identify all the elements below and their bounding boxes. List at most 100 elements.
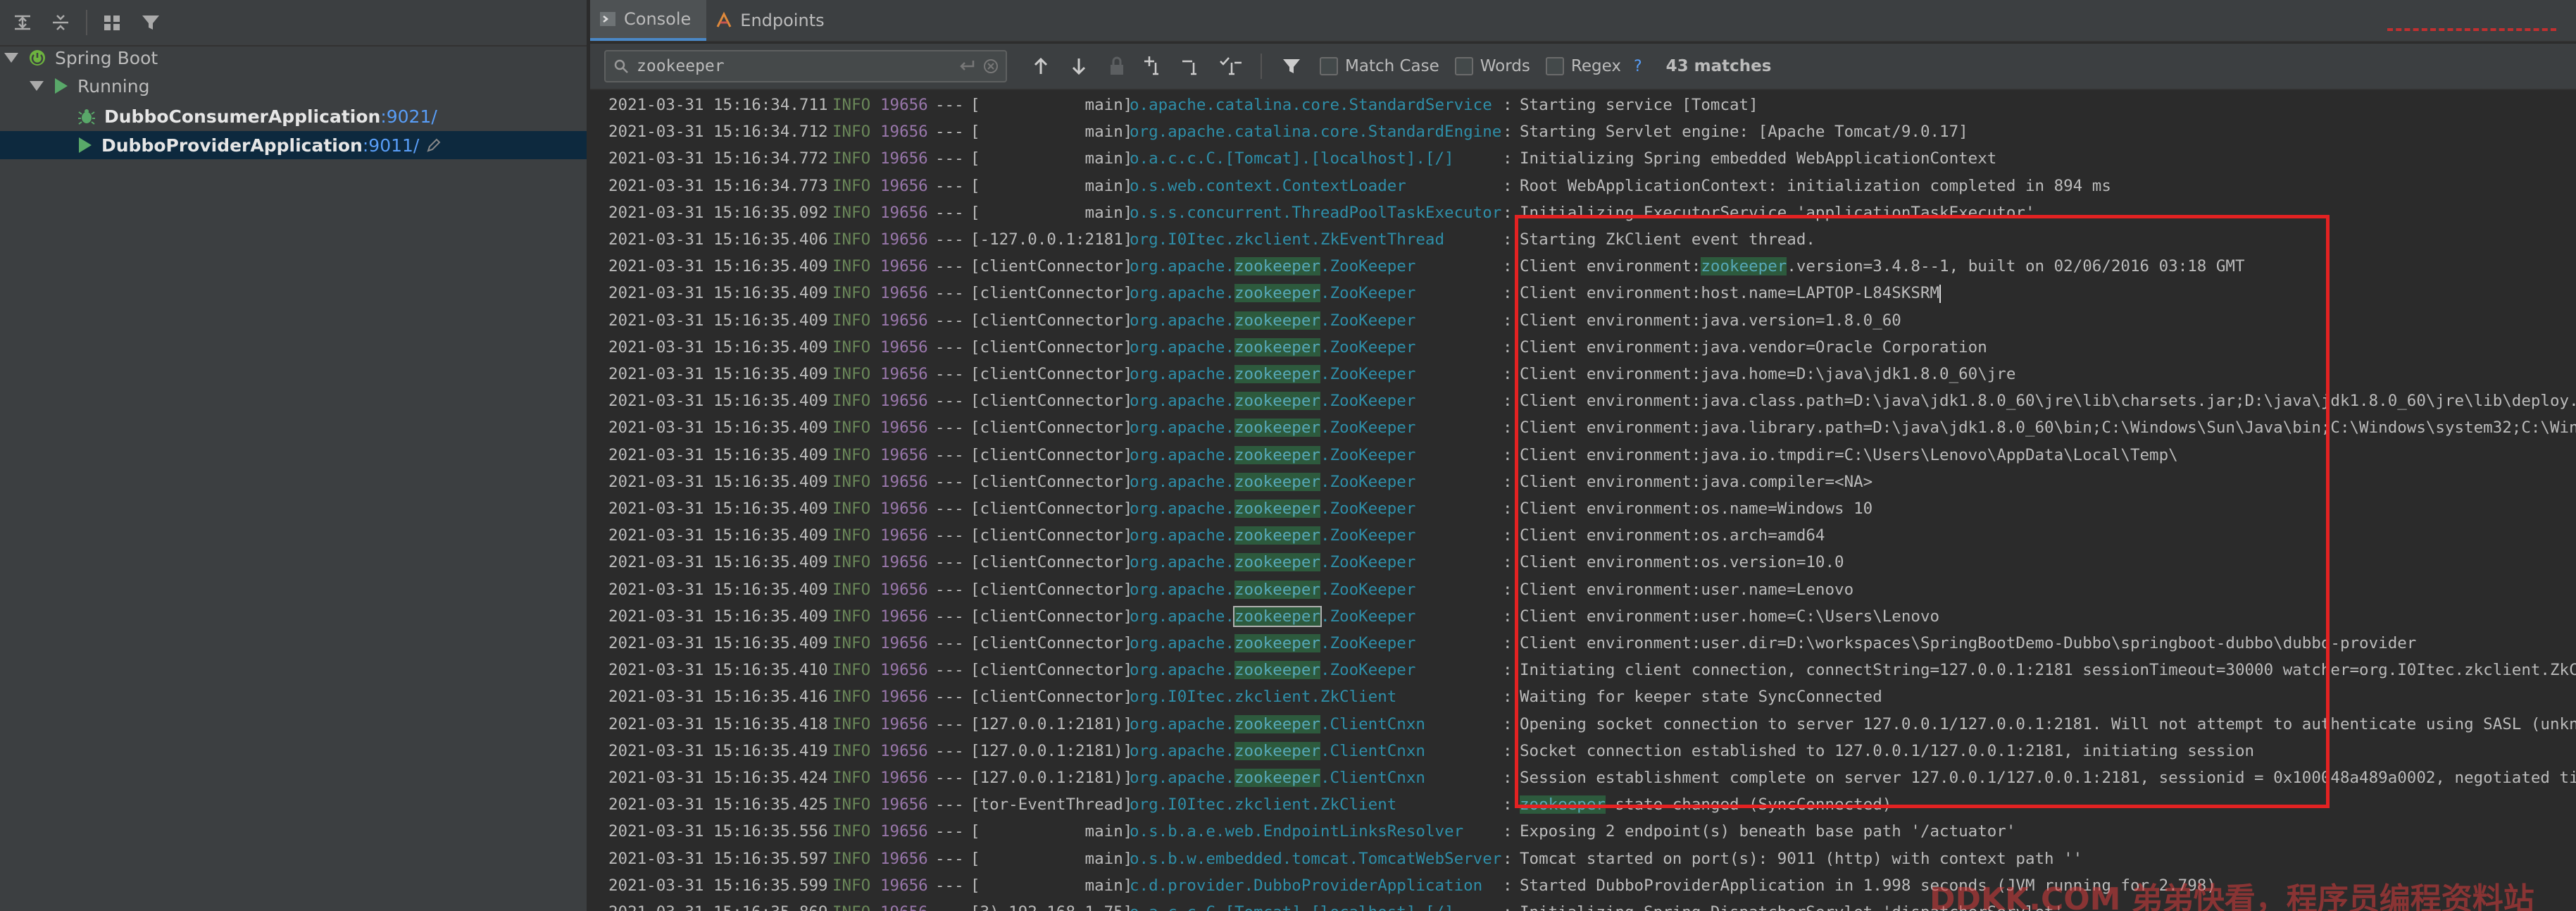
log-line: 2021-03-31 15:16:35.409 INFO 19656 --- [clie… xyxy=(590,334,2576,361)
remove-occurrence-button[interactable] xyxy=(1180,52,1206,80)
log-message: Exposing 2 endpoint(s) beneath base path… xyxy=(1520,822,2016,841)
log-pid: 19656 xyxy=(880,149,928,168)
log-colon: : xyxy=(1503,741,1513,760)
log-level: INFO xyxy=(832,634,871,652)
regex-help-link[interactable]: ? xyxy=(1634,58,1642,75)
log-logger: org.apache.zookeeper.ZooKeeper xyxy=(1130,472,1416,491)
log-thread: [ main] xyxy=(970,822,1133,841)
log-thread: [ main] xyxy=(970,876,1133,895)
clear-icon[interactable] xyxy=(983,58,999,74)
tree-node-consumer-app[interactable]: DubboConsumerApplication :9021/ xyxy=(0,102,587,130)
port-link[interactable]: :9021/ xyxy=(380,106,437,127)
log-timestamp: 2021-03-31 15:16:35.424 xyxy=(608,769,828,787)
log-line: 2021-03-31 15:16:35.410 INFO 19656 --- [clie… xyxy=(590,657,2576,683)
filter-button[interactable] xyxy=(134,6,168,39)
log-level: INFO xyxy=(832,795,871,814)
log-pid: 19656 xyxy=(880,634,928,652)
log-pid: 19656 xyxy=(880,257,928,276)
log-separator: --- xyxy=(935,553,964,572)
search-input[interactable] xyxy=(637,57,951,75)
log-timestamp: 2021-03-31 15:16:35.409 xyxy=(608,580,828,599)
add-occurrence-button[interactable] xyxy=(1142,52,1168,80)
log-thread: [-127.0.0.1:2181] xyxy=(970,230,1133,249)
log-thread: [clientConnector] xyxy=(970,365,1133,383)
select-all-icon xyxy=(1220,57,1242,75)
log-line: 2021-03-31 15:16:35.418 INFO 19656 --- [127.… xyxy=(590,711,2576,738)
tab-endpoints[interactable]: Endpoints xyxy=(706,0,839,41)
log-pid: 19656 xyxy=(880,607,928,626)
log-separator: --- xyxy=(935,365,964,383)
log-thread: [clientConnector] xyxy=(970,311,1133,330)
log-level: INFO xyxy=(832,714,871,733)
log-line: 2021-03-31 15:16:35.424 INFO 19656 --- [127.… xyxy=(590,764,2576,791)
match-case-checkbox[interactable] xyxy=(1320,57,1338,75)
edit-pencil-icon[interactable] xyxy=(426,137,442,153)
console-output[interactable]: 2021-03-31 15:16:34.711 INFO 19656 --- [ mai… xyxy=(590,92,2576,911)
tree-node-spring-boot[interactable]: Spring Boot xyxy=(0,44,587,72)
log-pid: 19656 xyxy=(880,203,928,222)
log-message: Starting service [Tomcat] xyxy=(1520,96,1758,114)
regex-checkbox[interactable] xyxy=(1545,57,1564,75)
log-logger: org.apache.zookeeper.ZooKeeper xyxy=(1130,311,1416,330)
select-all-occurrences-button[interactable] xyxy=(1218,52,1244,80)
run-icon xyxy=(79,137,92,153)
enter-icon[interactable] xyxy=(958,58,976,74)
log-message: Client environment:user.home=C:\Users\Le… xyxy=(1520,607,1940,626)
log-line: 2021-03-31 15:16:35.409 INFO 19656 --- [clie… xyxy=(590,442,2576,469)
log-logger: org.apache.zookeeper.ZooKeeper xyxy=(1130,392,1416,411)
tree-label: Running xyxy=(77,75,150,97)
words-option[interactable]: Words xyxy=(1454,57,1530,75)
log-message: Root WebApplicationContext: initializati… xyxy=(1520,176,2111,195)
log-timestamp: 2021-03-31 15:16:35.425 xyxy=(608,795,828,814)
collapse-all-button[interactable] xyxy=(44,6,77,39)
log-level: INFO xyxy=(832,822,871,841)
tree-node-running[interactable]: Running xyxy=(0,72,587,100)
log-timestamp: 2021-03-31 15:16:35.416 xyxy=(608,688,828,707)
log-message: Client environment:java.version=1.8.0_60 xyxy=(1520,311,1901,330)
log-colon: : xyxy=(1503,899,1513,911)
log-separator: --- xyxy=(935,96,964,114)
log-level: INFO xyxy=(832,769,871,787)
search-icon[interactable] xyxy=(613,58,630,75)
words-checkbox[interactable] xyxy=(1454,57,1473,75)
tree-node-provider-app[interactable]: DubboProviderApplication :9011/ xyxy=(0,131,587,159)
log-message: Client environment:user.name=Lenovo xyxy=(1520,580,1854,599)
log-separator: --- xyxy=(935,769,964,787)
log-message: Tomcat started on port(s): 9011 (http) w… xyxy=(1520,849,2083,868)
group-by-button[interactable] xyxy=(96,6,130,39)
log-thread: [clientConnector] xyxy=(970,419,1133,438)
regex-option[interactable]: Regex ? xyxy=(1545,57,1642,75)
log-message: Waiting for keeper state SyncConnected xyxy=(1520,688,1882,707)
lock-button[interactable] xyxy=(1104,52,1130,80)
log-message: Initializing ExecutorService 'applicatio… xyxy=(1520,203,2035,222)
log-message: Starting ZkClient event thread. xyxy=(1520,230,1815,249)
log-thread: [clientConnector] xyxy=(970,607,1133,626)
tab-console[interactable]: Console xyxy=(590,0,707,41)
port-link[interactable]: :9011/ xyxy=(363,135,419,156)
previous-match-button[interactable] xyxy=(1028,52,1053,80)
log-separator: --- xyxy=(935,149,964,168)
tree-label: Spring Boot xyxy=(55,47,158,68)
log-colon: : xyxy=(1503,472,1513,491)
next-match-button[interactable] xyxy=(1066,52,1092,80)
log-colon: : xyxy=(1503,230,1513,249)
log-timestamp: 2021-03-31 15:16:34.711 xyxy=(608,96,828,114)
log-message: zookeeper state changed (SyncConnected) xyxy=(1520,795,1892,814)
log-line: 2021-03-31 15:16:35.409 INFO 19656 --- [clie… xyxy=(590,603,2576,630)
log-timestamp: 2021-03-31 15:16:35.409 xyxy=(608,337,828,357)
log-level: INFO xyxy=(832,203,871,222)
log-level: INFO xyxy=(832,661,871,680)
filter-search-button[interactable] xyxy=(1279,52,1304,80)
log-thread: [ main] xyxy=(970,849,1133,868)
log-message: Client environment:java.vendor=Oracle Co… xyxy=(1520,337,1987,357)
log-pid: 19656 xyxy=(880,795,928,814)
log-pid: 19656 xyxy=(880,876,928,895)
log-logger: org.I0Itec.zkclient.ZkClient xyxy=(1130,688,1397,707)
log-separator: --- xyxy=(935,123,964,142)
log-line: 2021-03-31 15:16:35.409 INFO 19656 --- [clie… xyxy=(590,253,2576,280)
log-colon: : xyxy=(1503,149,1513,168)
log-line: 2021-03-31 15:16:35.409 INFO 19656 --- [clie… xyxy=(590,388,2576,414)
expand-all-button[interactable] xyxy=(6,6,39,39)
match-case-option[interactable]: Match Case xyxy=(1320,57,1439,75)
log-level: INFO xyxy=(832,176,871,195)
